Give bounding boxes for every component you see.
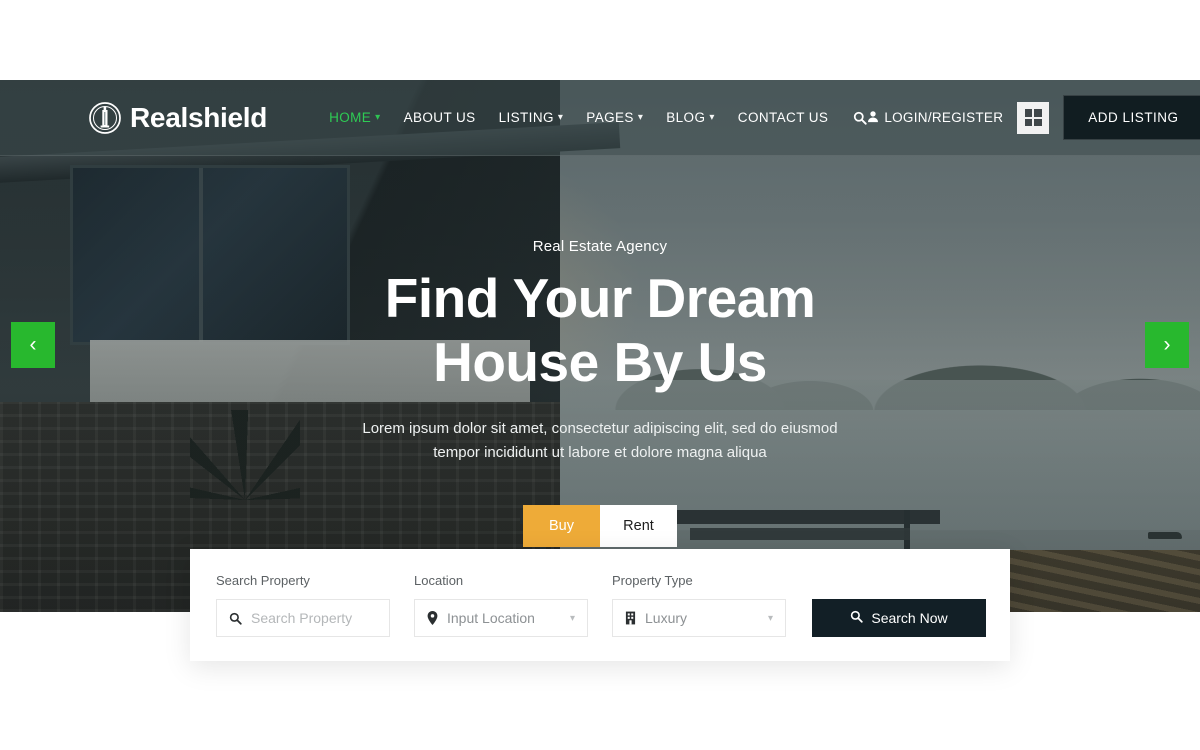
nav-item-home-label: HOME [329,110,372,125]
hero-title-line-1: Find Your Dream [384,267,816,329]
chevron-down-icon: ▾ [767,612,773,624]
search-icon [229,612,242,625]
building-icon [625,611,636,625]
grid-glyph [1024,109,1042,126]
hero-subtitle-line-2: tempor incididunt ut labore et dolore ma… [433,443,767,461]
nav-item-pages-label: PAGES [586,110,634,125]
search-now-label: Search Now [871,610,948,626]
chevron-down-icon: ▾ [709,111,715,123]
nav-item-listing[interactable]: LISTING ▾ [499,110,564,125]
tab-rent[interactable]: Rent [600,505,677,547]
field-location-label: Location [414,573,464,588]
search-property-placeholder: Search Property [251,610,353,626]
hero-title-line-2: House By Us [433,330,767,393]
nav-item-pages[interactable]: PAGES ▾ [586,110,643,125]
user-icon [867,110,879,126]
buy-rent-tabs: Buy Rent [0,505,1200,547]
chevron-down-icon: ▾ [569,612,575,624]
carousel-prev-button[interactable]: ‹ [11,322,55,368]
hero-content: Real Estate Agency Find Your Dream House… [0,156,1200,465]
brand-logo[interactable]: Realshield [88,101,267,135]
field-location: Location Input Location ▾ [414,573,588,637]
grid-squares-icon[interactable] [1017,101,1050,134]
property-search-panel: Search Property Search Property Location [190,549,1010,661]
login-register-link[interactable]: LOGIN/REGISTER [867,110,1003,126]
hero-subtitle: Lorem ipsum dolor sit amet, consectetur … [0,417,1200,466]
nav-item-about-us[interactable]: ABOUT US [404,110,476,125]
nav-item-contact-us[interactable]: CONTACT US [738,110,829,125]
nav-item-listing-label: LISTING [498,110,554,125]
chevron-down-icon: ▾ [375,111,381,123]
hero-title: Find Your Dream House By Us [0,267,1200,395]
chevron-down-icon: ▾ [637,111,644,123]
field-search-property: Search Property Search Property [216,573,390,637]
tower-circle-logo-icon [88,101,122,135]
field-search-property-label: Search Property [216,573,310,588]
tab-buy[interactable]: Buy [523,505,600,547]
chevron-down-icon: ▾ [557,111,564,123]
search-icon [850,610,864,626]
property-type-select[interactable]: Luxury ▾ [612,599,786,637]
field-property-type: Property Type Luxury ▾ [612,573,786,637]
search-icon[interactable] [853,111,867,125]
page-root: Realshield HOME ▾ ABOUT US LISTING ▾ PAG… [0,0,1200,750]
chevron-left-icon: ‹ [29,333,37,356]
nav-item-home[interactable]: HOME ▾ [329,110,381,125]
header-actions: LOGIN/REGISTER ADD LISTING [867,95,1200,140]
location-value: Input Location [447,610,535,626]
site-header: Realshield HOME ▾ ABOUT US LISTING ▾ PAG… [0,80,1200,156]
map-pin-icon [427,611,438,625]
property-type-value: Luxury [645,610,688,626]
location-select[interactable]: Input Location ▾ [414,599,588,637]
nav-item-blog-label: BLOG [666,110,706,125]
nav-item-about-us-label: ABOUT US [403,110,476,125]
search-property-input[interactable]: Search Property [216,599,390,637]
nav-item-contact-us-label: CONTACT US [737,110,829,125]
brand-name: Realshield [130,101,268,133]
hero-subtitle-line-1: Lorem ipsum dolor sit amet, consectetur … [362,419,838,437]
main-nav: HOME ▾ ABOUT US LISTING ▾ PAGES ▾ BLOG ▾… [329,110,867,125]
hero-eyebrow: Real Estate Agency [532,238,668,255]
field-property-type-label: Property Type [612,573,693,588]
nav-item-blog[interactable]: BLOG ▾ [666,110,715,125]
carousel-next-button[interactable]: › [1145,322,1189,368]
search-now-button[interactable]: Search Now [812,599,986,637]
login-register-label: LOGIN/REGISTER [884,110,1004,125]
add-listing-button[interactable]: ADD LISTING [1063,95,1200,140]
chevron-right-icon: › [1163,333,1171,356]
